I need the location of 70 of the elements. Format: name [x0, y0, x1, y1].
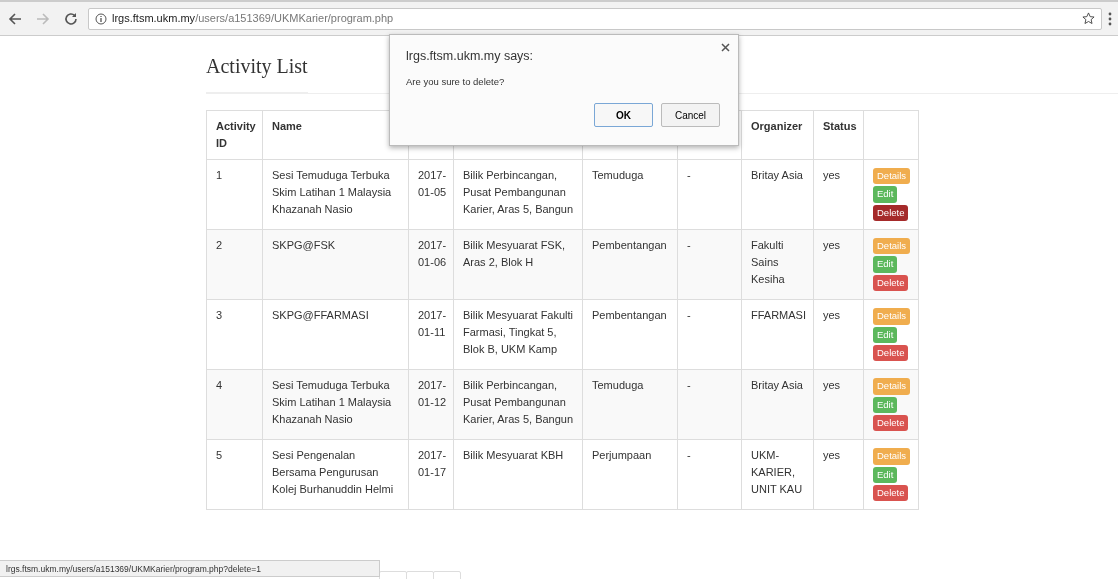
table-cell: Pembentangan	[582, 229, 678, 300]
table-cell: Bilik Mesyuarat Fakulti Farmasi, Tingkat 5, Blok B, UKM Kamp	[453, 299, 583, 370]
table-cell: -	[677, 299, 742, 370]
table-cell: 3	[206, 299, 263, 370]
table-cell: Temuduga	[582, 369, 678, 440]
table-cell: yes	[813, 159, 864, 230]
table-cell: Bilik Mesyuarat KBH	[453, 439, 583, 510]
status-bar: lrgs.ftsm.ukm.my/users/a151369/UKMKarier/program.php?delete=1	[0, 560, 380, 577]
close-icon[interactable]	[721, 41, 730, 53]
star-icon[interactable]	[1082, 12, 1095, 25]
column-header: Organizer	[741, 110, 814, 160]
edit-button[interactable]: Edit	[873, 396, 898, 413]
delete-button[interactable]: Delete	[873, 484, 909, 502]
delete-button[interactable]: Delete	[873, 274, 909, 292]
table-cell: -	[677, 229, 742, 300]
table-cell: 2017-01-12	[408, 369, 454, 440]
delete-button[interactable]: Delete	[873, 344, 909, 362]
details-button[interactable]: Details	[873, 168, 911, 185]
table-cell: 2017-01-06	[408, 229, 454, 300]
table-cell: yes	[813, 439, 864, 510]
table-cell: -	[677, 159, 742, 230]
table-cell: Bilik Perbincangan, Pusat Pembangunan Karier, Aras 5, Bangun	[453, 369, 583, 440]
table-cell: Temuduga	[582, 159, 678, 230]
page-title: Activity List	[206, 54, 308, 93]
table-cell: SKPG@FSK	[262, 229, 409, 300]
table-cell: yes	[813, 369, 864, 440]
table-cell: yes	[813, 229, 864, 300]
column-header: Activity ID	[206, 110, 263, 160]
table-cell: Sesi Temuduga Terbuka Skim Latihan 1 Malaysia Khazanah Nasio	[262, 369, 409, 440]
cancel-button[interactable]: Cancel	[661, 103, 720, 127]
edit-button[interactable]: Edit	[873, 256, 898, 273]
table-cell: Sesi Pengenalan Bersama Pengurusan Kolej Burhanuddin Helmi	[262, 439, 409, 510]
table-cell: 4	[206, 369, 263, 440]
edit-button[interactable]: Edit	[873, 186, 898, 203]
table-cell: SKPG@FFARMASI	[262, 299, 409, 370]
info-icon	[95, 12, 107, 25]
details-button[interactable]: Details	[873, 308, 911, 325]
details-button[interactable]: Details	[873, 448, 911, 465]
table-cell: Perjumpaan	[582, 439, 678, 510]
table-cell: -	[677, 369, 742, 440]
dialog-message: Are you sure to delete?	[406, 74, 506, 89]
address-bar[interactable]: lrgs.ftsm.ukm.my/users/a151369/UKMKarier/program.php	[88, 7, 1102, 30]
table-cell: Bilik Perbincangan, Pusat Pembangunan Karier, Aras 5, Bangun	[453, 159, 583, 230]
column-header: Status	[813, 110, 864, 160]
details-button[interactable]: Details	[873, 378, 911, 395]
delete-button[interactable]: Delete	[873, 414, 909, 432]
table-cell: Britay Asia	[741, 369, 814, 440]
details-button[interactable]: Details	[873, 238, 911, 255]
table-cell: 1	[206, 159, 263, 230]
url-text: lrgs.ftsm.ukm.my/users/a151369/UKMKarier/program.php	[112, 11, 394, 27]
delete-button[interactable]: Delete	[873, 204, 909, 222]
table-cell: Pembentangan	[582, 299, 678, 370]
table-cell: -	[677, 439, 742, 510]
table-cell: yes	[813, 299, 864, 370]
table-cell: 5	[206, 439, 263, 510]
table-cell: 2	[206, 229, 263, 300]
table-cell: Fakulti Sains Kesiha	[741, 229, 814, 300]
table-cell: 2017-01-17	[408, 439, 454, 510]
table-cell: UKM-KARIER, UNIT KAU	[741, 439, 814, 510]
table-cell: Sesi Temuduga Terbuka Skim Latihan 1 Malaysia Khazanah Nasio	[262, 159, 409, 230]
dialog-title: lrgs.ftsm.ukm.my says:	[406, 48, 535, 65]
table-cell: FFARMASI	[741, 299, 814, 370]
table-cell: 2017-01-05	[408, 159, 454, 230]
ok-button[interactable]: OK	[594, 103, 653, 127]
table-cell: Bilik Mesyuarat FSK, Aras 2, Blok H	[453, 229, 583, 300]
edit-button[interactable]: Edit	[873, 326, 898, 343]
table-cell: 2017-01-11	[408, 299, 454, 370]
table-cell: Britay Asia	[741, 159, 814, 230]
edit-button[interactable]: Edit	[873, 466, 898, 483]
menu-icon[interactable]	[1108, 11, 1112, 26]
